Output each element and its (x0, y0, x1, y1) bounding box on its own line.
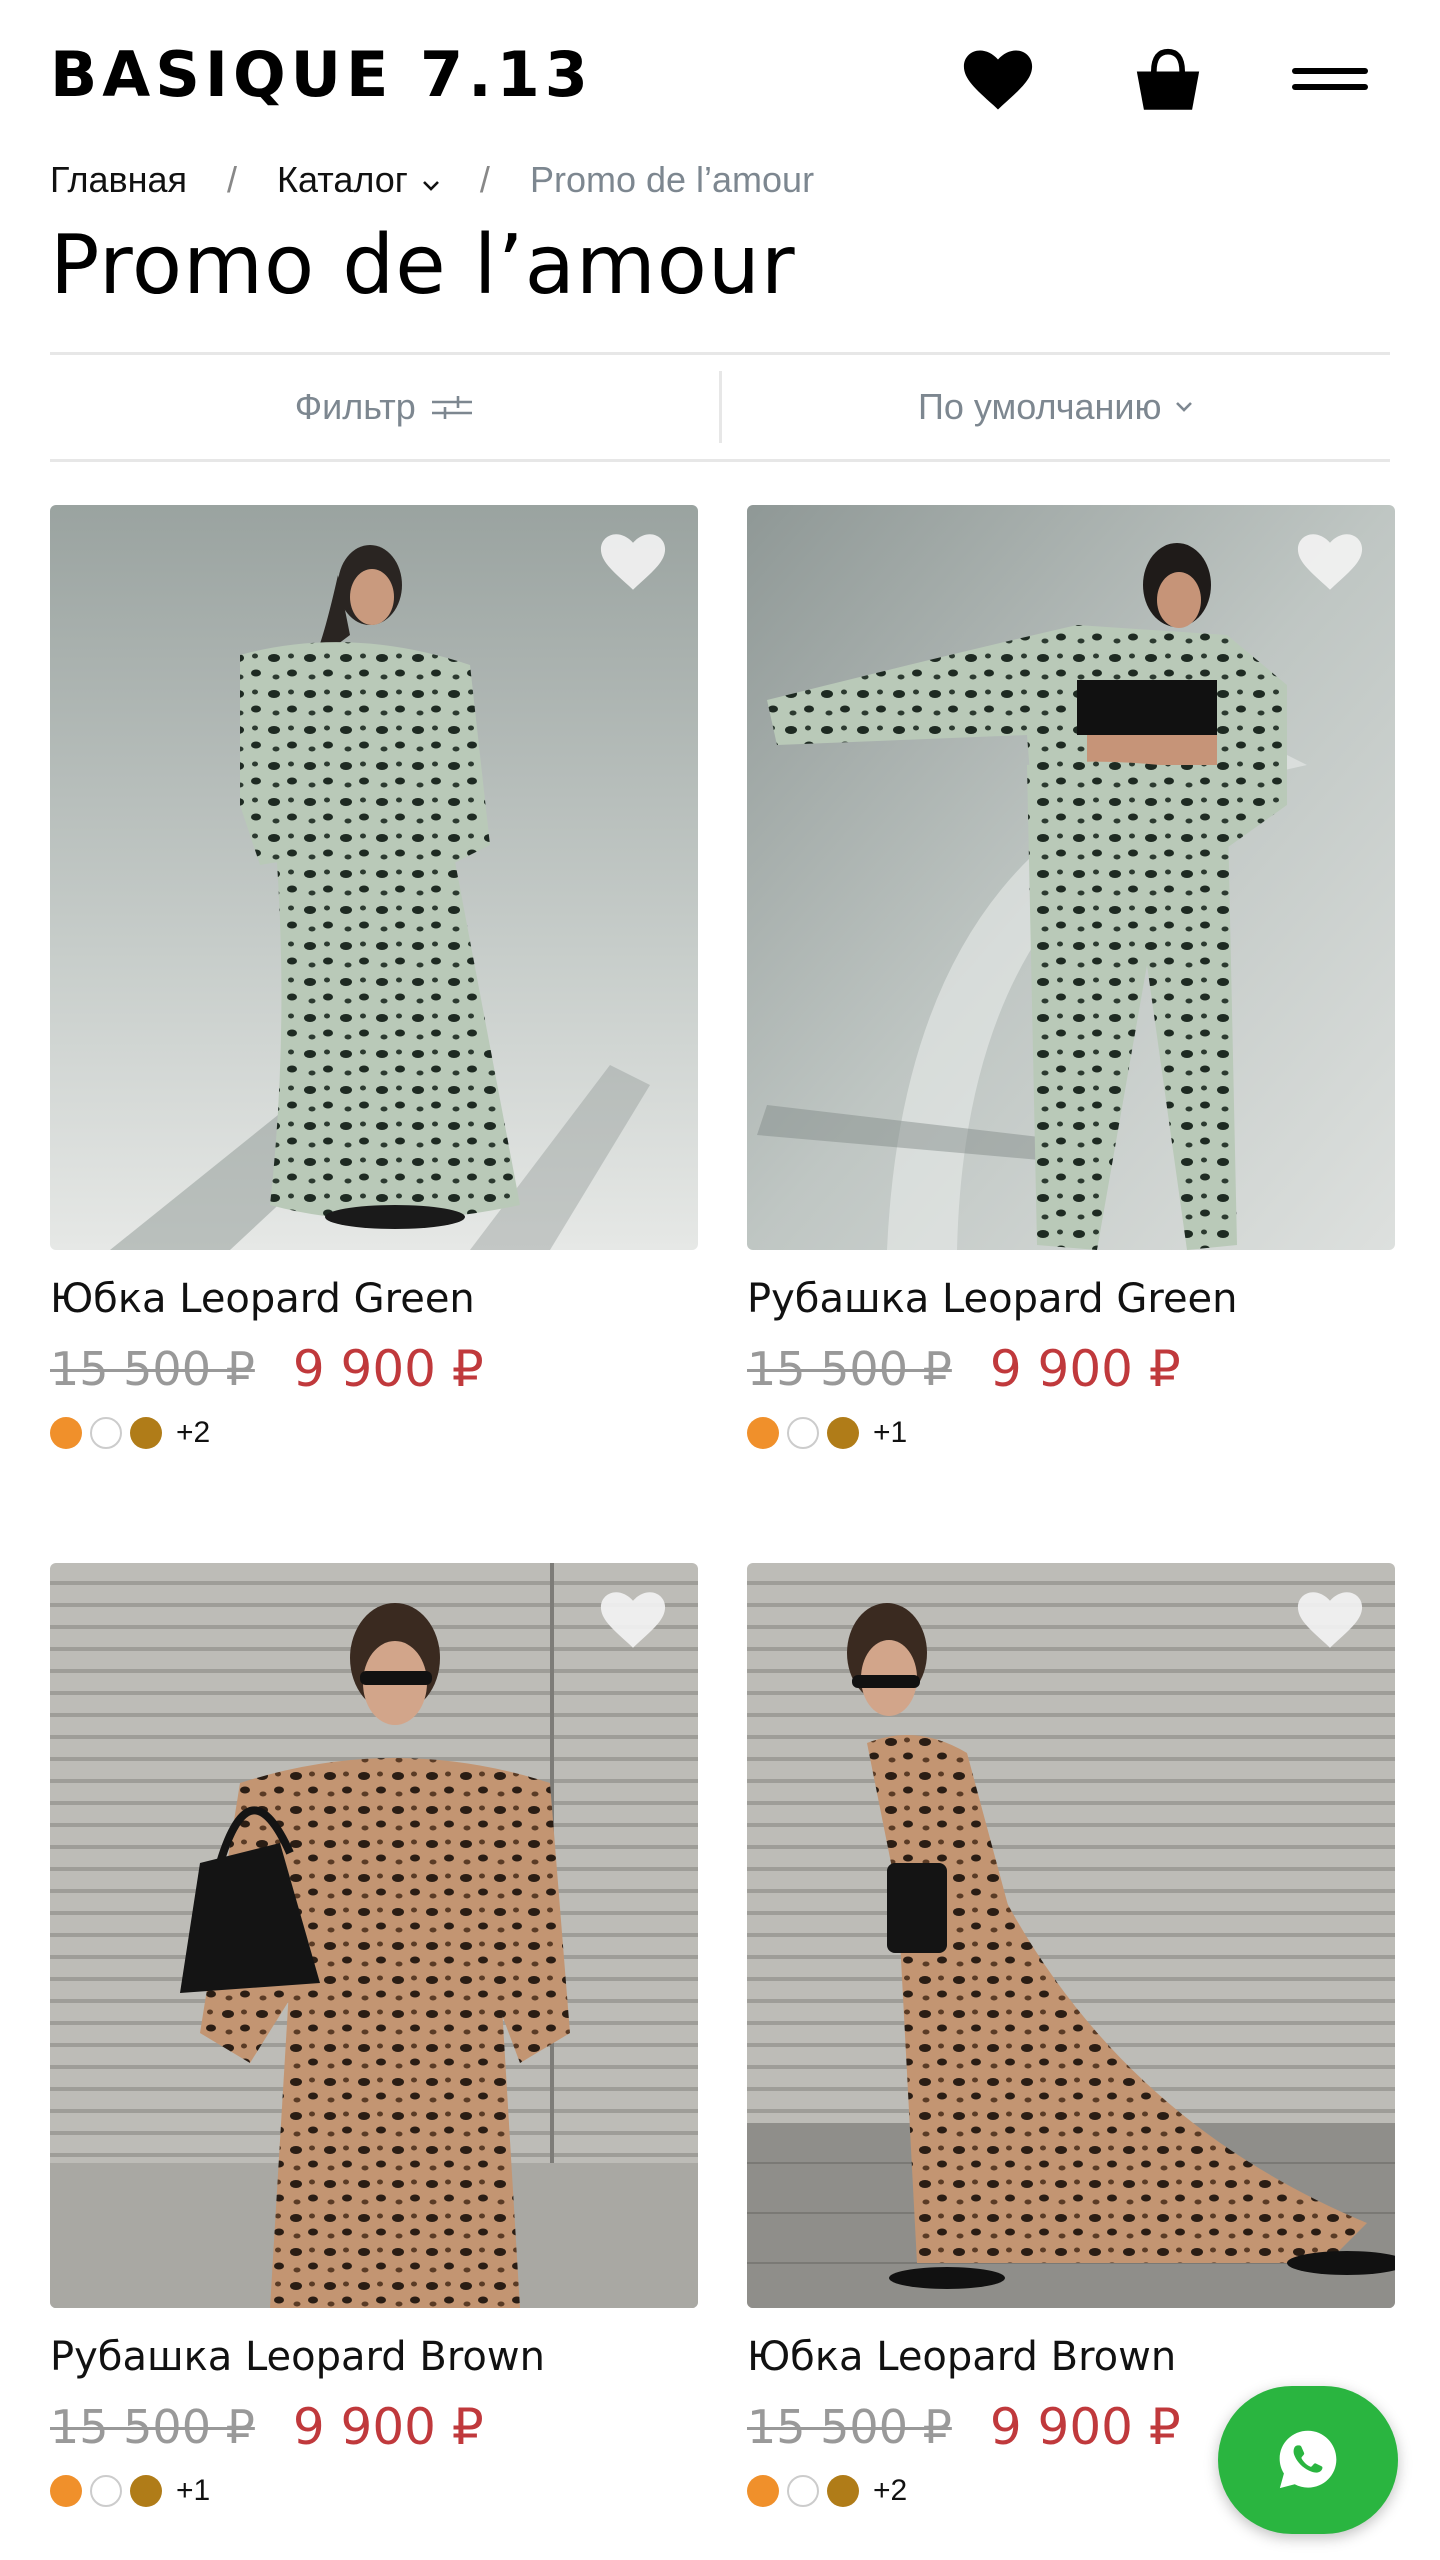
heart-icon[interactable] (598, 1589, 668, 1651)
more-colors: +2 (873, 2474, 908, 2507)
filter-bar: Фильтр По умолчанию (50, 352, 1390, 462)
logo[interactable]: BASIQUE 7.13 (50, 38, 593, 111)
whatsapp-chat-button[interactable] (1218, 2386, 1398, 2534)
price-row: 15 500 ₽ 9 900 ₽ (747, 1340, 1395, 1398)
filter-label: Фильтр (294, 386, 416, 427)
chevron-down-icon[interactable] (422, 159, 440, 201)
menu-icon (1292, 68, 1368, 90)
swatch-white[interactable] (90, 1417, 122, 1449)
color-swatches: +1 (747, 1416, 1395, 1450)
sale-price: 9 900 ₽ (292, 1340, 484, 1398)
breadcrumb-catalog[interactable]: Каталог (277, 159, 408, 201)
cart-button[interactable] (1128, 45, 1208, 115)
heart-icon[interactable] (1295, 531, 1365, 593)
sale-price: 9 900 ₽ (989, 1340, 1181, 1398)
product-card[interactable]: Рубашка Leopard Green 15 500 ₽ 9 900 ₽ +… (747, 505, 1395, 1450)
old-price: 15 500 ₽ (50, 1342, 255, 1396)
more-colors: +1 (176, 2474, 211, 2507)
breadcrumb-separator: / (227, 159, 238, 200)
product-image[interactable] (747, 505, 1395, 1250)
heart-icon[interactable] (1295, 1589, 1365, 1651)
wishlist-button[interactable] (958, 45, 1038, 115)
more-colors: +2 (176, 1416, 211, 1449)
color-swatches: +1 (50, 2474, 698, 2508)
breadcrumb-current: Promo de l’amour (529, 159, 815, 200)
swatch-white[interactable] (787, 1417, 819, 1449)
sale-price: 9 900 ₽ (292, 2398, 484, 2456)
product-image[interactable] (50, 505, 698, 1250)
swatch-orange[interactable] (747, 1417, 779, 1449)
breadcrumb-separator: / (479, 159, 490, 200)
bag-icon (1136, 48, 1200, 110)
price-row: 15 500 ₽ 9 900 ₽ (50, 2398, 698, 2456)
whatsapp-icon (1279, 2430, 1337, 2489)
breadcrumb-home[interactable]: Главная (50, 159, 187, 201)
color-swatches: +2 (50, 1416, 698, 1450)
heart-icon[interactable] (598, 531, 668, 593)
old-price: 15 500 ₽ (747, 1342, 952, 1396)
sliders-icon (431, 396, 472, 419)
swatch-brown[interactable] (130, 2475, 162, 2507)
swatch-brown[interactable] (130, 1417, 162, 1449)
more-colors: +1 (873, 1416, 908, 1449)
breadcrumb: Главная / Каталог / Promo de l’amour (50, 158, 814, 202)
menu-button[interactable] (1290, 45, 1370, 115)
product-name[interactable]: Юбка Leopard Brown (747, 2334, 1395, 2380)
old-price: 15 500 ₽ (747, 2400, 952, 2454)
swatch-white[interactable] (787, 2475, 819, 2507)
product-image[interactable] (50, 1563, 698, 2308)
swatch-orange[interactable] (747, 2475, 779, 2507)
product-name[interactable]: Рубашка Leopard Green (747, 1276, 1395, 1322)
site-header: BASIQUE 7.13 (0, 0, 1440, 150)
product-name[interactable]: Рубашка Leopard Brown (50, 2334, 698, 2380)
swatch-orange[interactable] (50, 2475, 82, 2507)
product-card[interactable]: Юбка Leopard Brown 15 500 ₽ 9 900 ₽ +2 (747, 1563, 1395, 2508)
filter-button[interactable]: Фильтр (50, 355, 719, 459)
price-row: 15 500 ₽ 9 900 ₽ (50, 1340, 698, 1398)
swatch-brown[interactable] (827, 2475, 859, 2507)
product-name[interactable]: Юбка Leopard Green (50, 1276, 698, 1322)
sale-price: 9 900 ₽ (989, 2398, 1181, 2456)
old-price: 15 500 ₽ (50, 2400, 255, 2454)
page-title: Promo de l’amour (50, 218, 796, 313)
swatch-orange[interactable] (50, 1417, 82, 1449)
swatch-brown[interactable] (827, 1417, 859, 1449)
chevron-down-icon (1176, 402, 1193, 412)
sort-label: По умолчанию (918, 386, 1162, 427)
heart-icon (963, 50, 1033, 110)
product-card[interactable]: Рубашка Leopard Brown 15 500 ₽ 9 900 ₽ +… (50, 1563, 698, 2508)
sort-dropdown[interactable]: По умолчанию (722, 355, 1391, 459)
product-card[interactable]: Юбка Leopard Green 15 500 ₽ 9 900 ₽ +2 (50, 505, 698, 1450)
swatch-white[interactable] (90, 2475, 122, 2507)
product-image[interactable] (747, 1563, 1395, 2308)
